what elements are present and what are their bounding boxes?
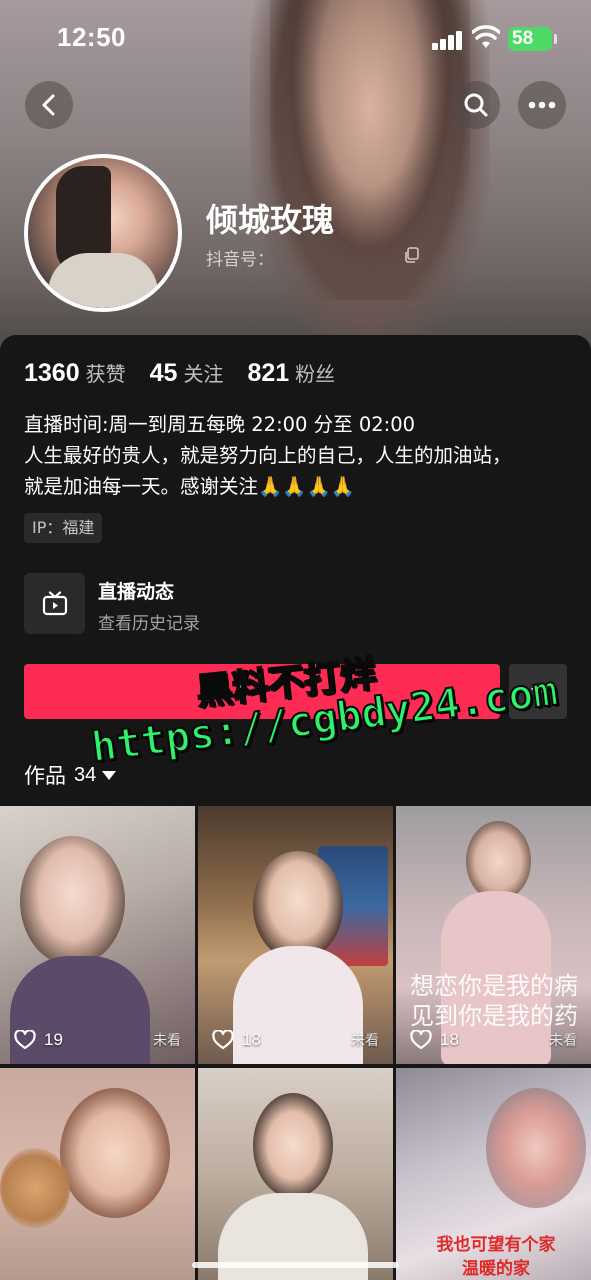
live-history-entry[interactable]: 直播动态 查看历史记录 [24,573,569,637]
like-count: 18 [410,1030,459,1050]
wifi-icon [472,25,500,48]
cellular-signal-icon [432,30,464,50]
douyin-id-label: 抖音号： [206,250,274,270]
back-button[interactable] [25,81,73,129]
profile-stats: 1360 获赞 45 关注 821 粉丝 [24,358,359,388]
stat-value: 1360 [24,359,80,387]
video-tile[interactable]: 我也可望有个家 温暖的家 [396,1068,591,1280]
copy-icon[interactable] [404,247,420,263]
search-icon [464,93,488,117]
home-indicator[interactable] [192,1262,399,1268]
live-icon-box [24,573,85,634]
video-caption: 想恋你是我的病 见到你是我的药 [410,972,578,1030]
ip-location-badge: IP：福建 [24,513,103,543]
like-count: 18 [212,1030,261,1050]
works-count: 34 [74,763,97,786]
chevron-left-icon [42,94,55,116]
battery-level: 58 [512,28,534,49]
video-grid: 19 未看 18 未看 想恋你是我的病 见到你是我的药 18 未看 我也可望有个… [0,806,591,1280]
stat-followers[interactable]: 821 粉丝 [247,358,335,388]
video-tile[interactable]: 18 未看 [198,806,393,1064]
caret-down-icon [102,770,117,780]
stat-label: 获赞 [85,362,126,386]
profile-name: 倾城玫瑰 [206,201,335,239]
tab-works[interactable]: 作品 34 [24,760,117,790]
more-horizontal-icon [528,101,556,109]
video-caption: 我也可望有个家 温暖的家 [436,1235,556,1279]
bio-line: 直播时间:周一到周五每晚 22:00 分至 02:00 [24,413,416,436]
video-tile[interactable] [198,1068,393,1280]
stat-value: 45 [149,359,178,387]
battery-icon: 58 [508,27,552,51]
stat-label: 关注 [183,362,224,386]
video-tile[interactable]: 19 未看 [0,806,195,1064]
stat-label: 粉丝 [295,362,336,386]
profile-bio: 直播时间:周一到周五每晚 22:00 分至 02:00 人生最好的贵人，就是努力… [24,409,569,502]
unseen-badge: 未看 [153,1033,181,1049]
unseen-badge: 未看 [549,1033,577,1049]
avatar[interactable] [24,154,182,312]
video-tile[interactable] [0,1068,195,1280]
caret-down-icon [531,687,545,696]
like-count: 19 [14,1030,63,1050]
bio-line: 就是加油每一天。感谢关注🙏🙏🙏🙏 [24,475,356,498]
like-count-value: 19 [44,1030,63,1049]
heart-icon [212,1030,234,1050]
tv-icon [42,590,67,615]
live-subtitle: 查看历史记录 [98,614,200,634]
heart-icon [14,1030,36,1050]
video-tile[interactable]: 想恋你是我的病 见到你是我的药 18 未看 [396,806,591,1064]
heart-icon [410,1030,432,1050]
search-button[interactable] [452,81,500,129]
more-options-button[interactable] [518,81,566,129]
live-title: 直播动态 [98,581,175,603]
recommend-dropdown-button[interactable] [509,664,567,719]
unseen-badge: 未看 [351,1033,379,1049]
stat-value: 821 [247,359,290,387]
like-count-value: 18 [440,1030,459,1049]
works-label: 作品 [24,764,66,788]
bio-line: 人生最好的贵人，就是努力向上的自己，人生的加油站， [24,444,512,467]
status-time: 12:50 [57,22,126,52]
status-bar: 12:50 58 [0,0,591,80]
stat-likes[interactable]: 1360 获赞 [24,358,126,388]
stat-following[interactable]: 45 关注 [150,358,224,388]
follow-button[interactable] [24,664,500,719]
like-count-value: 18 [242,1030,261,1049]
